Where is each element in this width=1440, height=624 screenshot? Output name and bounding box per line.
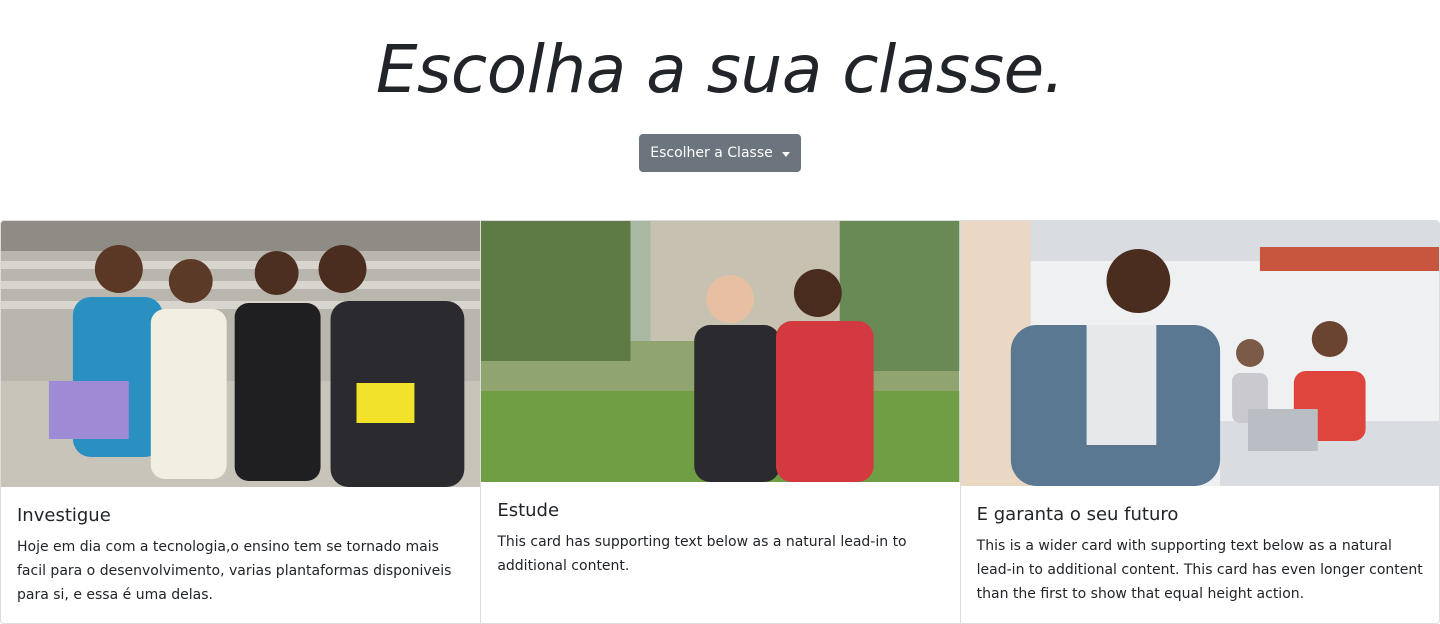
card-body: E garanta o seu futuro This is a wider c… (977, 504, 1423, 606)
card-title: Estude (497, 500, 560, 521)
caret-down-icon (781, 151, 790, 157)
card-group: Investigue Hoje em dia com a tecnologia,… (0, 220, 1440, 624)
card-estude: Estude This card has supporting text bel… (480, 221, 960, 623)
page-title: Escolha a sua classe. (375, 31, 1065, 108)
two-students-photo (481, 221, 960, 482)
card-text: Hoje em dia com a tecnologia,o ensino te… (17, 539, 452, 603)
class-dropdown-button[interactable]: Escolher a Classe (639, 134, 801, 172)
card-investigue: Investigue Hoje em dia com a tecnologia,… (1, 221, 481, 623)
classroom-student-photo (960, 221, 1439, 486)
dropdown-label: Escolher a Classe (650, 145, 773, 161)
card-title: Investigue (17, 505, 111, 526)
card-text: This card has supporting text below as a… (497, 534, 907, 574)
card-body: Investigue Hoje em dia com a tecnologia,… (17, 505, 464, 607)
card-body: Estude This card has supporting text bel… (497, 500, 943, 578)
students-group-photo (1, 221, 481, 487)
card-text: This is a wider card with supporting tex… (976, 538, 1423, 602)
card-title: E garanta o seu futuro (976, 504, 1179, 525)
card-futuro: E garanta o seu futuro This is a wider c… (959, 221, 1439, 623)
